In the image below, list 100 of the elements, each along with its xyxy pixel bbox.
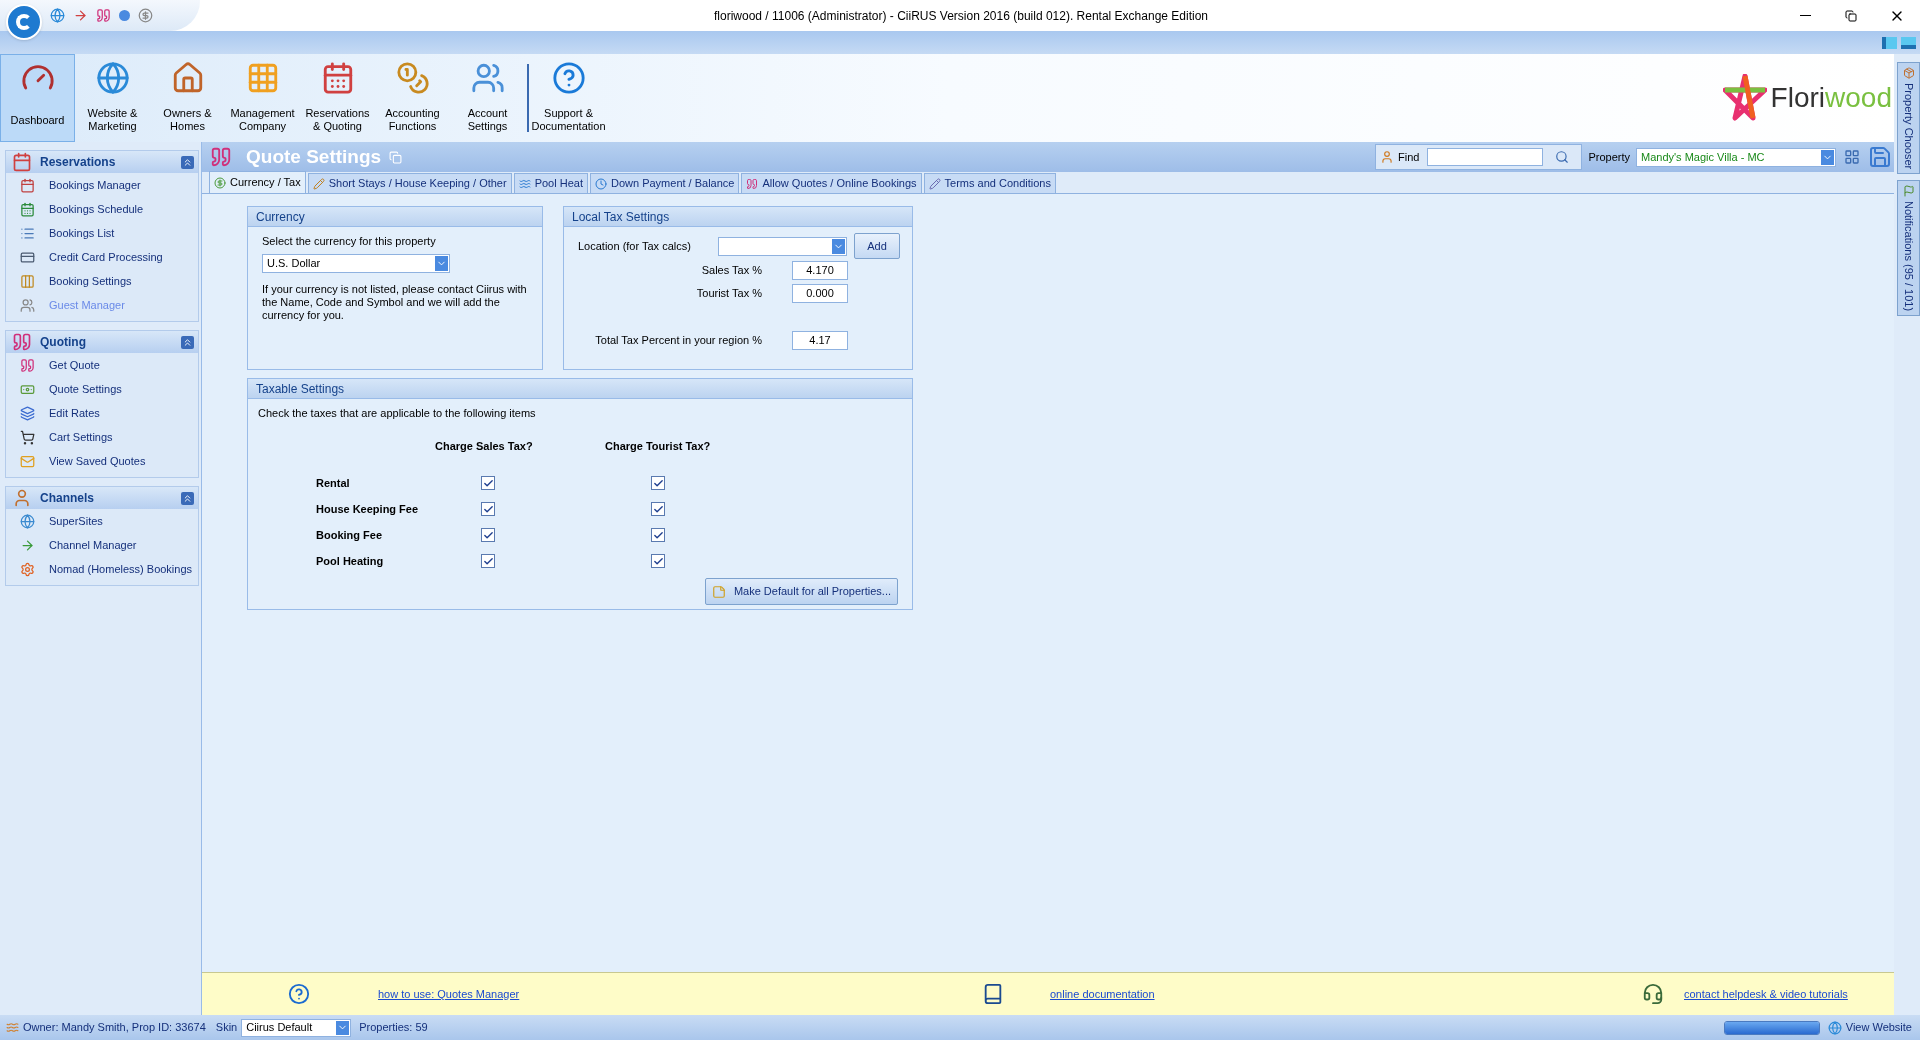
search-icon (1555, 150, 1570, 164)
toolbar-button[interactable]: Owners & Homes (150, 54, 225, 142)
page-title: Quote Settings (246, 144, 382, 169)
tab[interactable]: Pool Heat (513, 173, 588, 193)
tab[interactable]: Currency / Tax (209, 171, 306, 193)
help-link[interactable]: contact helpdesk & video tutorials (1684, 985, 1848, 1003)
help-link[interactable]: how to use: Quotes Manager (378, 985, 520, 1003)
checkbox[interactable] (481, 476, 495, 490)
instruction-text: Check the taxes that are applicable to the following items (257, 406, 537, 421)
arrow-icon (73, 8, 88, 23)
collapse-icon[interactable] (181, 491, 194, 505)
field-label: Tourist Tax % (695, 286, 762, 302)
column-header: Charge Tourist Tax? (605, 438, 711, 454)
toolbar-button[interactable]: Dashboard (0, 54, 75, 142)
property-label: Property (1588, 149, 1630, 165)
envelope-icon (20, 453, 35, 469)
checkbox[interactable] (651, 554, 665, 568)
sidebar-item[interactable]: Get Quote (6, 353, 198, 377)
sidebar-item[interactable]: Bookings Schedule (6, 197, 198, 221)
window-title: floriwood / 11006 (Administrator) - CiiRUS Version 2016 (build 012). Rental Exchange Edition (714, 7, 1208, 25)
sidebar-item[interactable]: Credit Card Processing (6, 245, 198, 269)
sidebar-item[interactable]: Channel Manager (6, 533, 198, 557)
add-button[interactable]: Add (854, 233, 900, 259)
find-field[interactable] (1427, 148, 1544, 166)
location-dropdown[interactable] (717, 236, 848, 256)
checkbox[interactable] (481, 528, 495, 542)
sidebar-item[interactable]: View Saved Quotes (6, 449, 198, 473)
grid-view-icon (1844, 149, 1860, 165)
note-icon (711, 584, 726, 599)
globe-icon (50, 8, 65, 23)
toolbar-button[interactable]: Accounting Functions (375, 54, 450, 142)
person-icon (1380, 150, 1394, 164)
help-icon (288, 983, 310, 1005)
quote-icon (96, 8, 111, 23)
coins-icon (395, 61, 430, 95)
currency-dropdown[interactable]: U.S. Dollar (262, 253, 450, 273)
people-icon (20, 297, 35, 313)
list-icon (20, 225, 35, 241)
group-header[interactable]: Reservations (6, 151, 198, 173)
sidebar-item[interactable]: SuperSites (6, 509, 198, 533)
currency-prompt: Select the currency for this property (262, 234, 437, 249)
view-website-link[interactable]: View Website (1845, 1019, 1912, 1036)
sidebar-item[interactable]: Cart Settings (6, 425, 198, 449)
tab[interactable]: Short Stays / House Keeping / Other (307, 173, 512, 193)
sidebar-item[interactable]: Quote Settings (6, 377, 198, 401)
skin-dropdown[interactable]: Ciirus Default (241, 1018, 352, 1037)
collapse-icon[interactable] (181, 155, 194, 169)
sidebar-item[interactable]: Bookings List (6, 221, 198, 245)
owner-info: Owner: Mandy Smith, Prop ID: 33674 (23, 1020, 206, 1036)
currency-note: If your currency is not listed, please contact Ciirus with the Name, Code and Symbol and we will add the currency for you. (262, 282, 528, 322)
collapse-icon[interactable] (181, 335, 194, 349)
app-logo-icon[interactable] (6, 3, 42, 40)
help-icon (551, 61, 586, 95)
globe-icon (95, 61, 130, 95)
property-dropdown[interactable]: Mandy's Magic Villa - MC (1636, 147, 1836, 167)
sidebar-item[interactable]: Edit Rates (6, 401, 198, 425)
toolbar-button[interactable]: Website & Marketing (75, 54, 150, 142)
tab[interactable]: Terms and Conditions (923, 173, 1056, 193)
checkbox[interactable] (651, 528, 665, 542)
arrow-icon (20, 537, 35, 553)
toolbar-button[interactable]: Reservations & Quoting (300, 54, 375, 142)
restore-icon (1845, 9, 1857, 22)
group-header[interactable]: Quoting (6, 331, 198, 353)
quote-icon (210, 146, 232, 168)
save-icon (1868, 145, 1892, 169)
find-label: Find (1398, 149, 1420, 165)
group-header[interactable]: Channels (6, 487, 198, 509)
waves-icon (518, 177, 531, 190)
checkbox[interactable] (481, 502, 495, 516)
number-field[interactable]: 4.170 (792, 261, 848, 280)
sidebar-item[interactable]: Bookings Manager (6, 173, 198, 197)
tab[interactable]: Allow Quotes / Online Bookings (741, 173, 922, 193)
toolbar-button[interactable]: Support & Documentation (531, 54, 606, 142)
layout-icon[interactable] (1882, 36, 1897, 49)
skin-label: Skin (215, 1020, 238, 1036)
checkbox[interactable] (651, 476, 665, 490)
toolbar-button[interactable]: Management Company (225, 54, 300, 142)
person-icon (12, 488, 32, 508)
side-tab[interactable]: Notifications (95 / 101) (1897, 180, 1920, 317)
column-header: Charge Sales Tax? (435, 438, 534, 454)
help-link[interactable]: online documentation (1050, 985, 1155, 1003)
sidebar-item[interactable]: Booking Settings (6, 269, 198, 293)
sidebar-item[interactable]: Nomad (Homeless) Bookings (6, 557, 198, 581)
make-default-button[interactable]: Make Default for all Properties... (704, 578, 898, 605)
layout-icon[interactable] (1901, 36, 1916, 49)
layers-icon (20, 405, 35, 421)
location-label: Location (for Tax calcs) (578, 238, 692, 254)
tab[interactable]: Down Payment / Balance (589, 173, 740, 193)
toolbar-button[interactable]: Account Settings (450, 54, 525, 142)
panel-header: Currency (248, 207, 542, 227)
number-field[interactable]: 0.000 (792, 284, 848, 303)
copy-icon (389, 150, 403, 164)
checkbox[interactable] (481, 554, 495, 568)
number-field[interactable]: 4.17 (792, 331, 848, 350)
checkbox[interactable] (651, 502, 665, 516)
coin-icon (214, 176, 226, 189)
side-tab[interactable]: Property Chooser (1897, 62, 1920, 175)
quote-icon (746, 177, 759, 190)
cart-icon (20, 429, 35, 445)
pencil-icon (928, 177, 941, 190)
